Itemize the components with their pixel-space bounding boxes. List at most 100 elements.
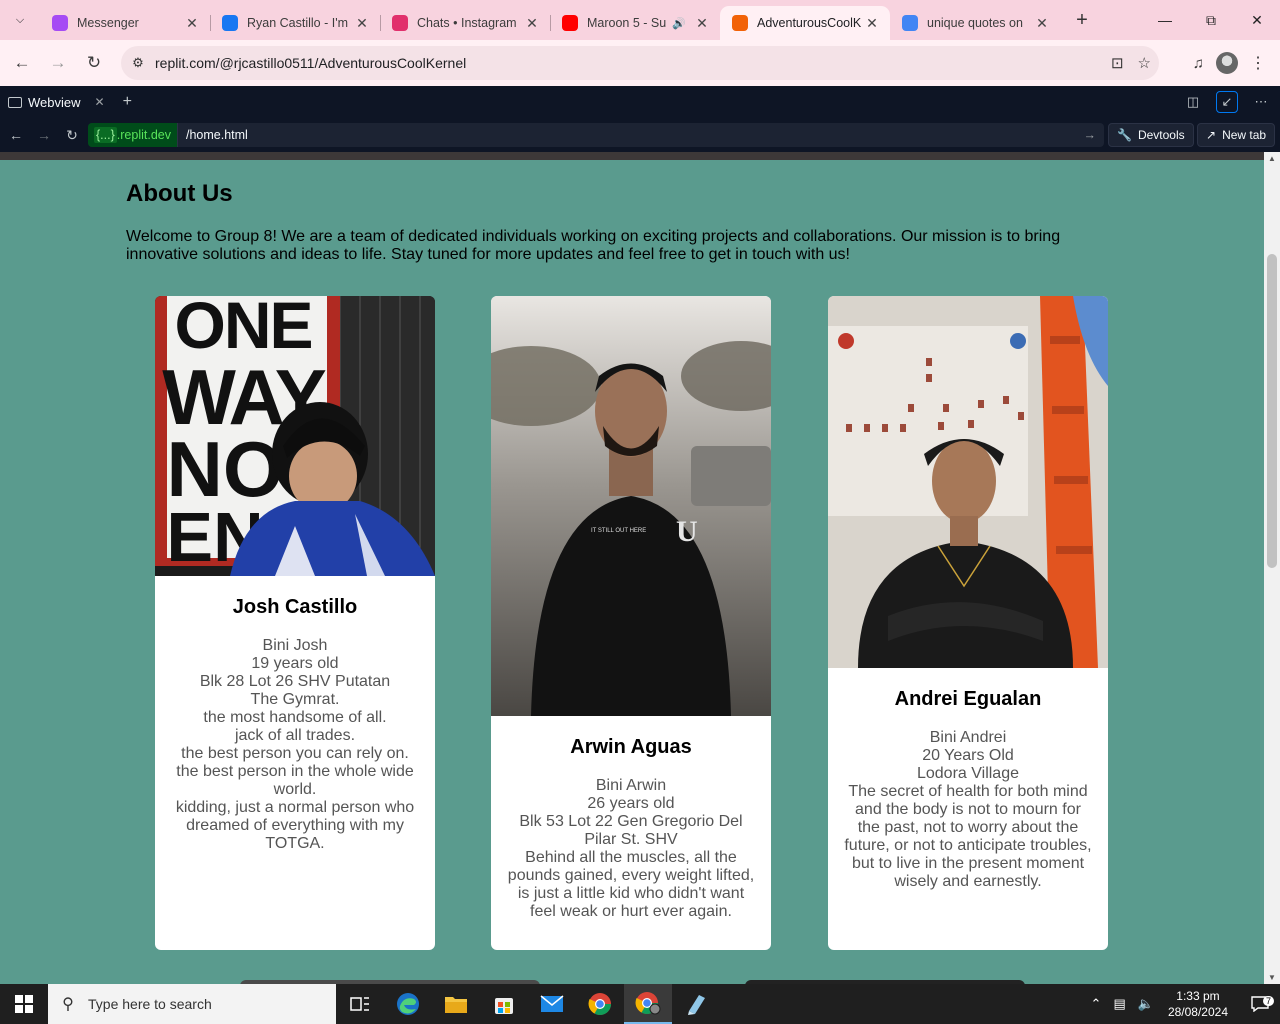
windows-start-icon[interactable] <box>0 984 48 1024</box>
instagram-icon <box>392 15 408 31</box>
system-tray: ⌃ ▤ 🔈 1:33 pm 28/08/2024 7 <box>1085 984 1280 1024</box>
webview-divider <box>0 152 1280 160</box>
member-info-line: Blk 53 Lot 22 Gen Gregorio Del Pilar St.… <box>519 813 743 848</box>
close-tab-icon[interactable]: ✕ <box>354 15 370 32</box>
edge-icon[interactable] <box>384 984 432 1024</box>
replit-icon <box>732 15 748 31</box>
webview-path[interactable]: /home.html <box>186 128 248 142</box>
devtools-label: Devtools <box>1137 128 1185 142</box>
page-scrollbar[interactable]: ▲ ▼ <box>1264 152 1280 984</box>
search-icon: ⚲ <box>62 996 74 1013</box>
more-options-icon[interactable]: ⋯ <box>1250 91 1272 113</box>
webview-url-bar[interactable]: {...} .replit.dev /home.html → <box>88 123 1104 147</box>
taskbar-search-box[interactable]: ⚲ Type here to search <box>48 984 336 1024</box>
mail-icon[interactable] <box>528 984 576 1024</box>
devtools-button[interactable]: 🔧 Devtools <box>1108 123 1194 147</box>
profile-avatar[interactable] <box>1216 52 1238 74</box>
add-tab-plus-icon[interactable]: + <box>123 93 132 111</box>
forward-arrow-icon[interactable]: → <box>40 45 76 81</box>
page-title: About Us <box>126 180 233 207</box>
scroll-down-icon[interactable]: ▼ <box>1268 973 1276 982</box>
minimize-icon[interactable]: — <box>1142 0 1188 40</box>
microsoft-store-icon[interactable] <box>480 984 528 1024</box>
browser-tab-strip: ⌵ Messenger ✕ Ryan Castillo - I'm ✕ Chats • … <box>0 0 1280 40</box>
webview-tab-label: Webview <box>28 94 81 110</box>
close-tab-icon[interactable]: ✕ <box>1034 15 1050 32</box>
reload-icon[interactable]: ↻ <box>76 45 112 81</box>
chrome-menu-icon[interactable]: ⋮ <box>1250 53 1266 73</box>
domain-suffix: .replit.dev <box>116 128 171 142</box>
member-info: Bini Arwin 26 years old Blk 53 Lot 22 Ge… <box>491 777 771 921</box>
back-arrow-icon[interactable]: ← <box>4 45 40 81</box>
install-app-icon[interactable]: ⊡ <box>1111 54 1124 72</box>
bookmark-star-icon[interactable]: ☆ <box>1138 54 1151 72</box>
webview-reload-icon[interactable]: ↻ <box>58 127 86 144</box>
member-info-line: 19 years old <box>251 655 339 672</box>
webview-back-icon[interactable]: ← <box>2 127 30 143</box>
task-view-icon[interactable] <box>336 984 384 1024</box>
close-tab-icon[interactable]: ✕ <box>694 15 710 32</box>
member-photo: IT STILL OUT HERE U <box>491 296 771 716</box>
webview-tab[interactable]: Webview ✕ <box>0 86 113 118</box>
browser-tab[interactable]: Messenger ✕ <box>40 6 210 40</box>
browser-tab[interactable]: Maroon 5 - Su 🔊 ✕ <box>550 6 720 40</box>
notification-center-icon[interactable]: 7 <box>1240 996 1280 1012</box>
address-bar[interactable]: ⚙ replit.com/@rjcastillo0511/Adventurous… <box>121 46 1159 80</box>
domain-prefix: {...} <box>94 127 117 143</box>
browser-tab[interactable]: Chats • Instagram ✕ <box>380 6 550 40</box>
close-webview-tab-icon[interactable]: ✕ <box>95 95 105 109</box>
browser-tab-title: Ryan Castillo - I'm <box>247 16 349 30</box>
close-tab-icon[interactable]: ✕ <box>184 15 200 32</box>
clock-date: 28/08/2024 <box>1167 1005 1228 1019</box>
new-tab-button[interactable]: ↗ New tab <box>1197 123 1276 147</box>
network-icon[interactable]: ▤ <box>1113 996 1125 1012</box>
messenger-icon <box>52 15 68 31</box>
scroll-up-icon[interactable]: ▲ <box>1268 154 1276 163</box>
browser-tab-title: unique quotes on <box>927 16 1023 30</box>
browser-tab[interactable]: unique quotes on ✕ <box>890 6 1060 40</box>
browser-tab[interactable]: Ryan Castillo - I'm ✕ <box>210 6 380 40</box>
notepad-icon[interactable] <box>672 984 720 1024</box>
file-explorer-icon[interactable] <box>432 984 480 1024</box>
facebook-icon <box>222 15 238 31</box>
split-pane-icon[interactable]: ◫ <box>1182 91 1204 113</box>
page-viewport: About Us Welcome to Group 8! We are a te… <box>0 160 1264 984</box>
new-tab-plus-icon[interactable]: + <box>1068 6 1096 34</box>
site-info-icon[interactable]: ⚙ <box>121 55 155 71</box>
clock-time: 1:33 pm <box>1176 989 1220 1003</box>
member-info-line: jack of all trades. <box>234 727 356 744</box>
volume-icon[interactable]: 🔈 <box>1138 996 1154 1012</box>
close-tab-icon[interactable]: ✕ <box>524 15 540 32</box>
member-info-line: Blk 28 Lot 26 SHV Putatan <box>199 673 391 690</box>
member-info-line: 20 Years Old <box>922 747 1014 764</box>
monitor-icon <box>8 96 22 108</box>
webview-forward-icon[interactable]: → <box>30 127 58 143</box>
intro-paragraph: Welcome to Group 8! We are a team of ded… <box>126 228 1061 263</box>
scrollbar-thumb[interactable] <box>1267 254 1277 568</box>
go-arrow-icon[interactable]: → <box>1084 128 1097 142</box>
external-link-icon: ↗ <box>1206 128 1217 142</box>
member-info: Bini Andrei 20 Years Old Lodora Village … <box>828 729 1108 891</box>
browser-tab[interactable]: AdventurousCoolK ✕ <box>720 6 890 40</box>
taskbar-clock[interactable]: 1:33 pm 28/08/2024 <box>1168 988 1228 1020</box>
media-control-icon[interactable]: ♫ <box>1193 55 1204 72</box>
taskbar-search-placeholder: Type here to search <box>88 996 212 1012</box>
close-window-icon[interactable]: ✕ <box>1234 0 1280 40</box>
member-info-line: kidding, just a normal person who dreame… <box>175 799 415 852</box>
member-card: IT STILL OUT HERE U Arwin Aguas Bini Arw… <box>491 296 771 950</box>
restore-icon[interactable]: ⧉ <box>1188 0 1234 40</box>
chrome-profile-icon[interactable] <box>624 984 672 1024</box>
member-card: ONE WAY NO EN Josh Castillo Bini Josh 19… <box>155 296 435 950</box>
tab-search-chevron-icon[interactable]: ⌵ <box>6 6 34 34</box>
member-info-line: 26 years old <box>587 795 675 812</box>
notification-count-badge: 7 <box>1262 996 1274 1006</box>
svg-text:U: U <box>676 515 698 548</box>
close-tab-icon[interactable]: ✕ <box>864 15 880 32</box>
browser-tab-title: Messenger <box>77 16 139 30</box>
chrome-icon[interactable] <box>576 984 624 1024</box>
tray-overflow-chevron-icon[interactable]: ⌃ <box>1091 996 1102 1012</box>
browser-tab-title: Chats • Instagram <box>417 16 517 30</box>
collapse-icon[interactable]: ↙ <box>1216 91 1238 113</box>
address-url[interactable]: replit.com/@rjcastillo0511/AdventurousCo… <box>155 55 466 71</box>
audio-playing-icon[interactable]: 🔊 <box>672 17 686 30</box>
